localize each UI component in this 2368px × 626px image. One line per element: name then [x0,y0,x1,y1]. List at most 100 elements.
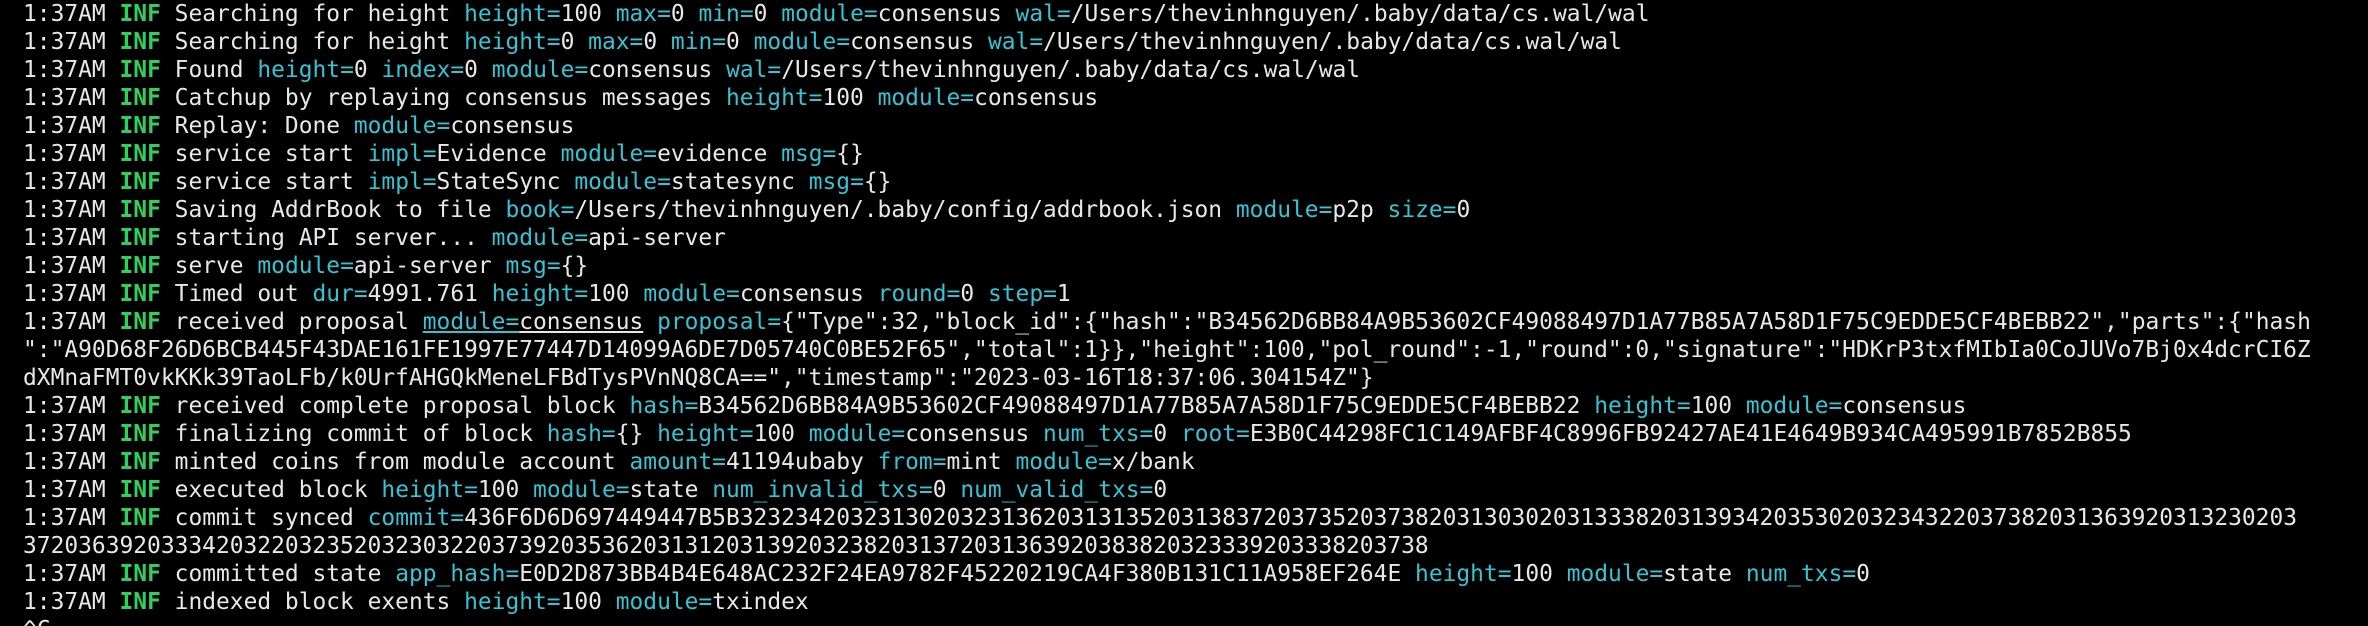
log-field-key: num_txs= [1745,561,1857,587]
log-field-key: max= [615,1,671,27]
log-field-value: consensus [1842,393,1967,419]
log-line: 1:37AM INF serve module=api-server msg={… [23,252,2368,280]
log-field-value: 0 [643,29,658,55]
log-line: 1:37AM INF service start impl=StateSync … [23,168,2368,196]
log-field-value: 436F6D6D697449447B5B32323420323130203231… [464,505,2298,531]
log-message: Timed out [174,281,299,307]
log-field-value: 100 [753,421,795,447]
log-line: 1:37AM INF received proposal module=cons… [23,308,2368,336]
log-line: 3720363920333420322032352032303220373920… [23,532,2368,560]
log-field-key: height= [657,421,754,447]
log-level: INF [119,449,161,475]
log-field-key: wal= [726,57,782,83]
log-field-value: consensus [450,113,575,139]
log-level: INF [119,253,161,279]
log-level: INF [119,393,161,419]
log-field-value: 0 [1456,197,1471,223]
log-field-key: module= [422,309,520,335]
log-field-key: wal= [1015,1,1071,27]
log-level: INF [119,505,161,531]
log-timestamp: 1:37AM [23,141,106,167]
log-continuation: ":"A90D68F26D6BCB445F43DAE161FE1997E7744… [23,337,2311,363]
log-field-value: E0D2D873BB4B4E648AC232F24EA9782F45220219… [519,561,1402,587]
log-level: INF [119,309,161,335]
log-field-key: module= [753,29,851,55]
log-field-value: 100 [588,281,630,307]
log-line: 1:37AM INF service start impl=Evidence m… [23,140,2368,168]
log-message: starting API server... [174,225,478,251]
log-level: INF [119,589,161,615]
log-timestamp: 1:37AM [23,477,106,503]
log-field-key: msg= [808,169,864,195]
log-line: 1:37AM INF Searching for height height=1… [23,0,2368,28]
log-field-key: height= [381,477,478,503]
log-timestamp: 1:37AM [23,309,106,335]
log-field-key: num_invalid_txs= [712,477,933,503]
log-field-key: module= [643,281,740,307]
log-field-key: module= [877,85,975,111]
log-field-value: 0 [464,57,478,83]
log-field-key: module= [491,225,589,251]
log-field-key: module= [781,1,878,27]
log-timestamp: 1:37AM [23,505,106,531]
log-field-value: Evidence [436,141,547,167]
log-level: INF [119,421,161,447]
log-timestamp: 1:37AM [23,561,106,587]
log-field-value: {} [836,141,864,167]
log-field-value: 0 [726,29,740,55]
log-message: indexed block exents [174,589,451,615]
log-level: INF [119,477,161,503]
log-timestamp: 1:37AM [23,449,106,475]
log-level: INF [119,1,161,27]
log-line: 1:37AM INF finalizing commit of block ha… [23,420,2368,448]
log-field-key: height= [464,29,561,55]
log-field-value: 100 [1511,561,1553,587]
log-field-key: module= [353,113,451,139]
log-field-key: height= [464,589,561,615]
log-field-key: msg= [781,141,837,167]
log-field-value: 100 [560,1,602,27]
log-field-key: height= [257,57,354,83]
log-field-value: statesync [670,169,795,195]
log-field-value: 100 [560,589,602,615]
log-timestamp: 1:37AM [23,29,106,55]
log-field-value: 0 [753,1,768,27]
log-field-key: amount= [629,449,726,475]
log-message: Replay: Done [174,113,341,139]
log-line: 1:37AM INF Saving AddrBook to file book=… [23,196,2368,224]
log-field-value: StateSync [436,169,561,195]
log-field-value: B34562D6BB84A9B53602CF49088497D1A77B85A7… [698,393,1581,419]
log-line: 1:37AM INF Searching for height height=0… [23,28,2368,56]
log-field-value: 100 [1690,393,1733,419]
log-field-key: min= [670,29,727,55]
log-field-value: 0 [960,281,975,307]
log-field-value: consensus [877,1,1002,27]
log-line: 1:37AM INF commit synced commit=436F6D6D… [23,504,2368,532]
log-line: 1:37AM INF received complete proposal bl… [23,392,2368,420]
log-field-key: module= [615,589,713,615]
log-timestamp: 1:37AM [23,85,106,111]
log-line: 1:37AM INF minted coins from module acco… [23,448,2368,476]
log-field-value: 0 [353,57,368,83]
log-field-value: p2p [1332,197,1374,223]
log-field-key: module= [1566,561,1664,587]
log-field-key: module= [560,141,658,167]
log-field-value: {} [615,421,644,447]
log-field-key: module= [491,57,589,83]
log-timestamp: 1:37AM [23,253,106,279]
log-field-value: state [629,477,699,503]
log-field-value: 4991.761 [367,281,478,307]
log-field-value: /Users/thevinhnguyen/.baby/data/cs.wal/w… [1070,1,1650,27]
log-field-key: module= [1235,197,1333,223]
log-field-value: consensus [588,57,713,83]
log-field-key: impl= [367,169,437,195]
log-message: serve [174,253,244,279]
terminal-output[interactable]: 1:37AM INF Searching for height height=1… [0,0,2368,626]
log-field-key: size= [1387,197,1457,223]
log-field-key: module= [1745,393,1843,419]
log-line: 1:37AM INF Replay: Done module=consensus [23,112,2368,140]
log-field-value: 0 [1153,421,1168,447]
log-field-value: /Users/thevinhnguyen/.baby/data/cs.wal/w… [781,57,1361,83]
log-field-key: height= [1594,393,1691,419]
log-field-value: 0 [1153,477,1168,503]
